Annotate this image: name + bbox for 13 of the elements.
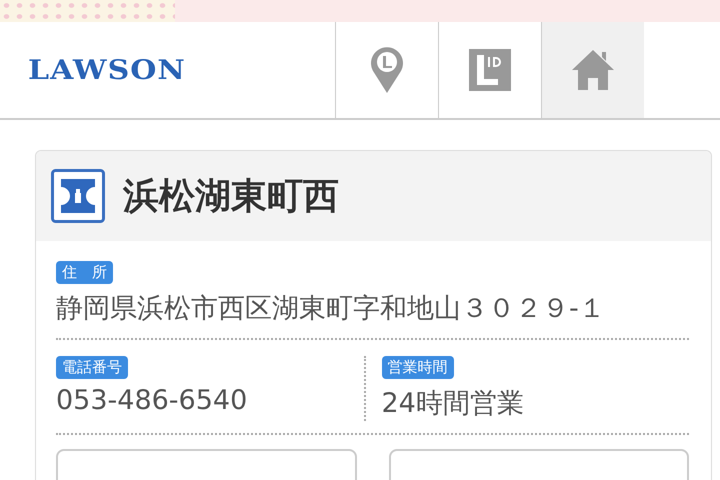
store-name: 浜松湖東町西: [123, 174, 339, 218]
nav-tab[interactable]: [541, 22, 644, 118]
field-value: 053-486-6540: [56, 385, 248, 416]
field-value: 静岡県浜松市西区湖東町字和地山３０２９-１: [56, 292, 607, 326]
field-value: 24時間営業: [382, 387, 525, 421]
store-badge-icon: [51, 169, 105, 223]
field-label: 住 所: [56, 261, 113, 284]
field-label: 営業時間: [382, 356, 454, 379]
logo[interactable]: LAWSON: [28, 54, 186, 86]
id-card-icon: [469, 49, 511, 91]
field-label: 電話番号: [56, 356, 128, 379]
map-pin-icon: [370, 46, 404, 94]
home-icon: [572, 50, 614, 90]
